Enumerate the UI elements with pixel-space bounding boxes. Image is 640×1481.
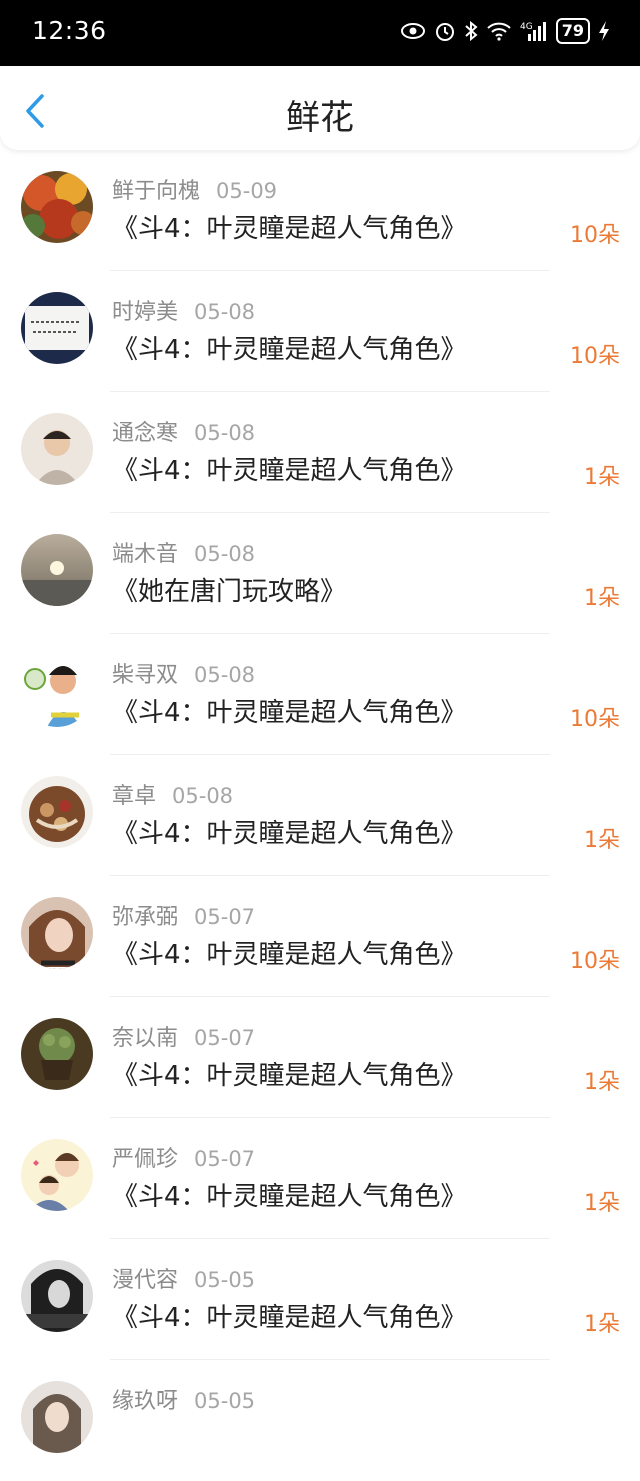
book-title: 《斗4：叶灵瞳是超人气角色》 bbox=[112, 456, 467, 486]
wifi-icon bbox=[486, 21, 512, 41]
avatar bbox=[21, 292, 93, 364]
avatar bbox=[21, 1381, 93, 1453]
flower-count: 10朵 bbox=[570, 344, 620, 369]
send-date: 05-08 bbox=[172, 784, 234, 808]
sender-name: 鲜于向槐 05-09 bbox=[112, 179, 278, 204]
list-item[interactable]: 端木音 05-08 《她在唐门玩攻略》 1朵 bbox=[0, 513, 640, 634]
avatar bbox=[21, 1018, 93, 1090]
flower-count: 1朵 bbox=[584, 828, 620, 853]
status-bar: 12:36 4G 79 bbox=[0, 0, 640, 66]
avatar bbox=[21, 1139, 93, 1211]
list-item[interactable]: 鲜于向槐 05-09 《斗4：叶灵瞳是超人气角色》 10朵 bbox=[0, 150, 640, 271]
sender-name: 时婷美 05-08 bbox=[112, 300, 256, 325]
alarm-icon bbox=[434, 20, 456, 42]
book-title: 《斗4：叶灵瞳是超人气角色》 bbox=[112, 1182, 467, 1212]
flower-count: 1朵 bbox=[584, 1191, 620, 1216]
page-title: 鲜花 bbox=[286, 98, 354, 138]
book-title: 《斗4：叶灵瞳是超人气角色》 bbox=[112, 1061, 467, 1091]
sender-name: 严佩珍 05-07 bbox=[112, 1147, 256, 1172]
flower-count: 1朵 bbox=[584, 1070, 620, 1095]
list-item[interactable]: 严佩珍 05-07 《斗4：叶灵瞳是超人气角色》 1朵 bbox=[0, 1118, 640, 1239]
list-item[interactable]: 柴寻双 05-08 《斗4：叶灵瞳是超人气角色》 10朵 bbox=[0, 634, 640, 755]
sender-name: 奈以南 05-07 bbox=[112, 1026, 256, 1051]
avatar bbox=[21, 1260, 93, 1332]
avatar bbox=[21, 534, 93, 606]
header: 鲜花 bbox=[0, 66, 640, 150]
send-date: 05-08 bbox=[194, 421, 256, 445]
avatar bbox=[21, 413, 93, 485]
flower-count: 10朵 bbox=[570, 223, 620, 248]
avatar bbox=[21, 776, 93, 848]
send-date: 05-05 bbox=[194, 1389, 256, 1413]
charging-icon bbox=[598, 20, 610, 42]
send-date: 05-08 bbox=[194, 300, 256, 324]
avatar bbox=[21, 897, 93, 969]
send-date: 05-07 bbox=[194, 905, 256, 929]
send-date: 05-08 bbox=[194, 542, 256, 566]
list-item[interactable]: 通念寒 05-08 《斗4：叶灵瞳是超人气角色》 1朵 bbox=[0, 392, 640, 513]
list-item[interactable]: 漫代容 05-05 《斗4：叶灵瞳是超人气角色》 1朵 bbox=[0, 1239, 640, 1360]
sender-name: 漫代容 05-05 bbox=[112, 1268, 256, 1293]
list-item[interactable]: 章卓 05-08 《斗4：叶灵瞳是超人气角色》 1朵 bbox=[0, 755, 640, 876]
signal-icon: 4G bbox=[520, 20, 548, 42]
flower-count: 10朵 bbox=[570, 949, 620, 974]
book-title: 《斗4：叶灵瞳是超人气角色》 bbox=[112, 335, 467, 365]
flower-count: 1朵 bbox=[584, 586, 620, 611]
send-date: 05-09 bbox=[216, 179, 278, 203]
sender-name: 端木音 05-08 bbox=[112, 542, 256, 567]
list-item[interactable]: 弥承弼 05-07 《斗4：叶灵瞳是超人气角色》 10朵 bbox=[0, 876, 640, 997]
list-item[interactable]: 奈以南 05-07 《斗4：叶灵瞳是超人气角色》 1朵 bbox=[0, 997, 640, 1118]
avatar bbox=[21, 171, 93, 243]
sender-name: 弥承弼 05-07 bbox=[112, 905, 256, 930]
sender-name: 柴寻双 05-08 bbox=[112, 663, 256, 688]
status-time: 12:36 bbox=[32, 16, 107, 45]
flower-list: 鲜于向槐 05-09 《斗4：叶灵瞳是超人气角色》 10朵 时婷美 05-08 《斗… bbox=[0, 150, 640, 1481]
flower-count: 1朵 bbox=[584, 1312, 620, 1337]
book-title: 《斗4：叶灵瞳是超人气角色》 bbox=[112, 214, 467, 244]
book-title: 《她在唐门玩攻略》 bbox=[112, 577, 347, 607]
list-item[interactable]: 缘玖呀 05-05 bbox=[0, 1360, 640, 1481]
send-date: 05-07 bbox=[194, 1147, 256, 1171]
book-title: 《斗4：叶灵瞳是超人气角色》 bbox=[112, 1303, 467, 1333]
flower-count: 1朵 bbox=[584, 465, 620, 490]
eye-icon bbox=[400, 22, 426, 40]
book-title: 《斗4：叶灵瞳是超人气角色》 bbox=[112, 819, 467, 849]
network-label: 4G bbox=[520, 22, 533, 32]
send-date: 05-07 bbox=[194, 1026, 256, 1050]
battery-indicator: 79 bbox=[555, 18, 590, 44]
list-item[interactable]: 时婷美 05-08 《斗4：叶灵瞳是超人气角色》 10朵 bbox=[0, 271, 640, 392]
book-title: 《斗4：叶灵瞳是超人气角色》 bbox=[112, 940, 467, 970]
sender-name: 缘玖呀 05-05 bbox=[112, 1389, 256, 1414]
send-date: 05-05 bbox=[194, 1268, 256, 1292]
flower-count: 10朵 bbox=[570, 707, 620, 732]
sender-name: 通念寒 05-08 bbox=[112, 421, 256, 446]
status-icons: 4G 79 bbox=[400, 18, 610, 44]
book-title: 《斗4：叶灵瞳是超人气角色》 bbox=[112, 698, 467, 728]
avatar bbox=[21, 655, 93, 727]
send-date: 05-08 bbox=[194, 663, 256, 687]
sender-name: 章卓 05-08 bbox=[112, 784, 234, 809]
bluetooth-icon bbox=[464, 20, 478, 42]
